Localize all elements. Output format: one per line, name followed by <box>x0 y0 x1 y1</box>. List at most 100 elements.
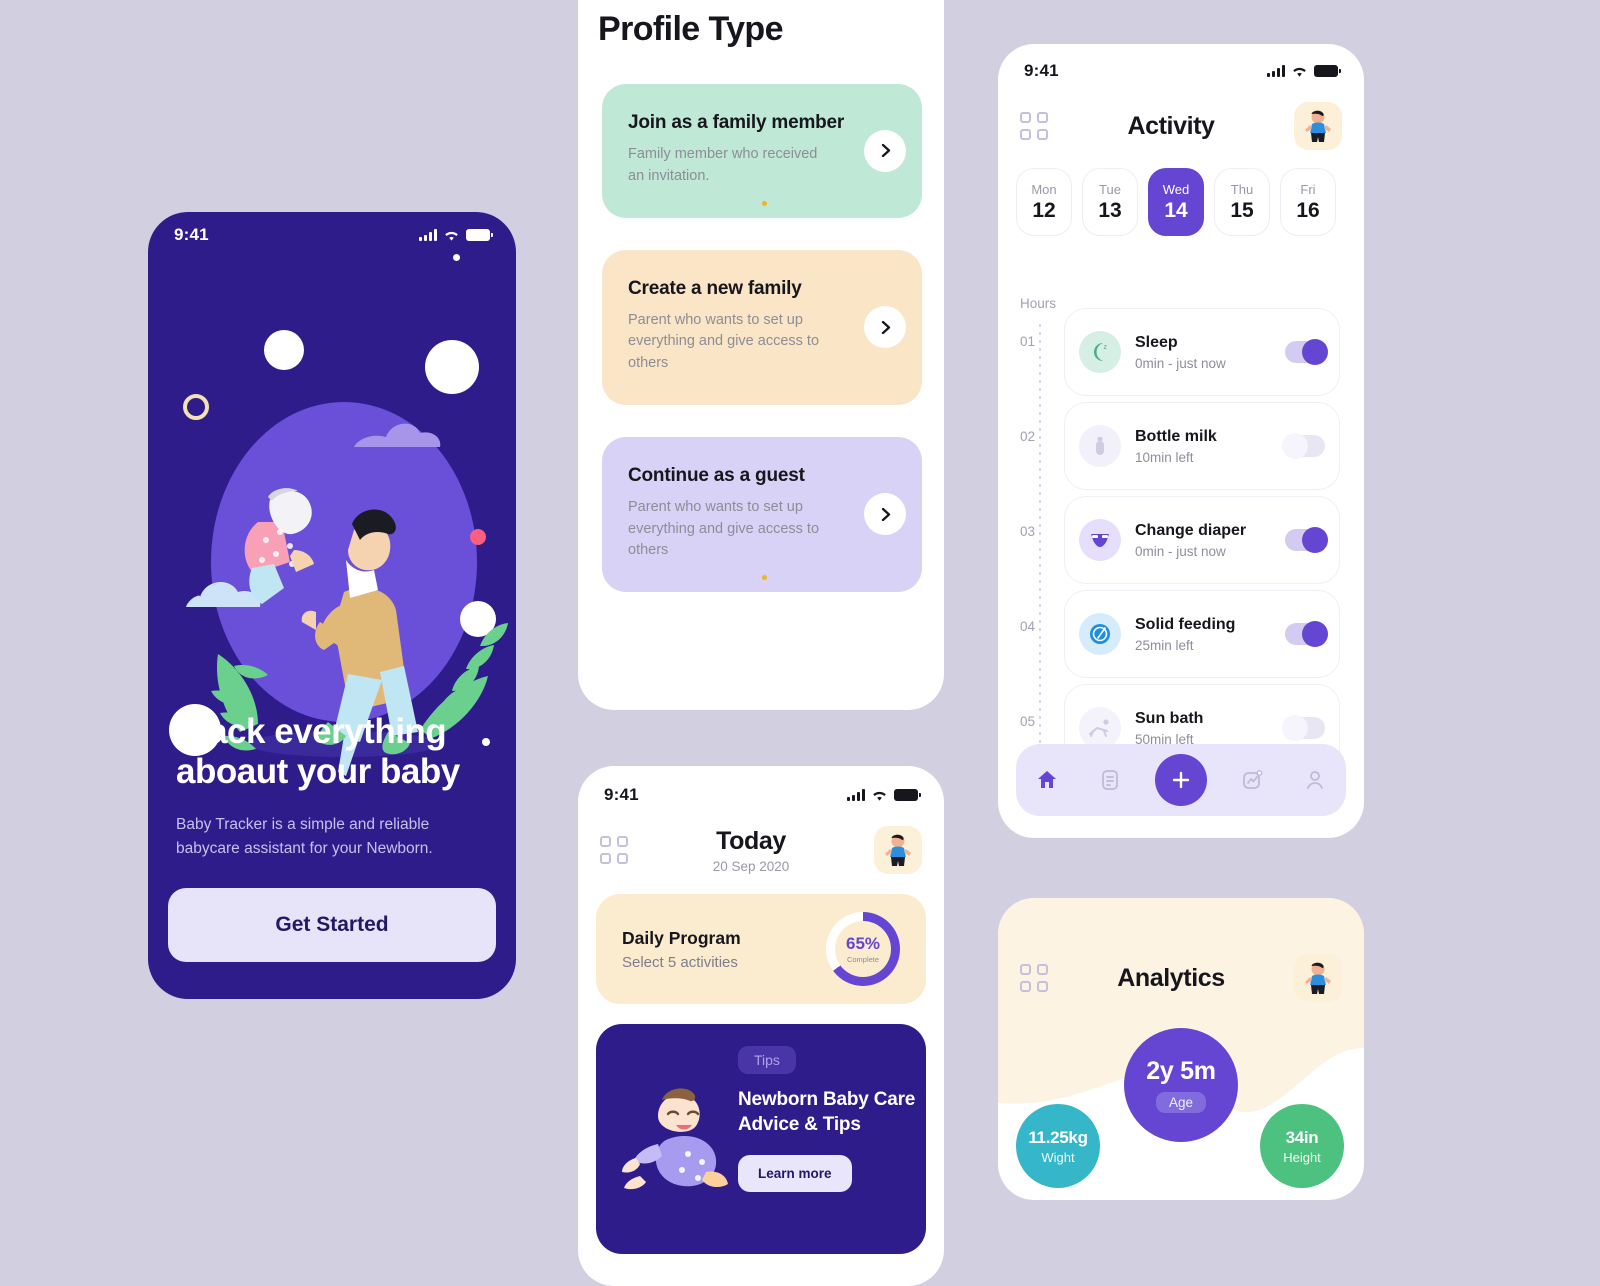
tips-heading: Newborn Baby Care Advice & Tips <box>738 1089 916 1135</box>
activity-text: Sleep 0min - just now <box>1135 334 1271 371</box>
tips-card[interactable]: Tips Newborn Baby Care Advice & Tips Lea… <box>596 1024 926 1254</box>
learn-more-button[interactable]: Learn more <box>738 1155 852 1193</box>
app-bar: Today 20 Sep 2020 <box>578 812 944 874</box>
wifi-icon <box>873 791 886 801</box>
option-arrow-button[interactable] <box>864 306 906 349</box>
analytics-screen: Analytics 2y 5m Age 11.25kg Wight 34in H… <box>998 898 1364 1200</box>
wifi-icon <box>445 231 458 241</box>
metric-bubble-weight[interactable]: 11.25kg Wight <box>1016 1104 1100 1188</box>
stats-tab[interactable] <box>1235 763 1269 797</box>
profile-tab[interactable] <box>1298 763 1332 797</box>
page-title: Today <box>716 826 786 855</box>
profile-option-family-member[interactable]: Join as a family member Family member wh… <box>602 84 922 218</box>
moon-sleep-icon: z <box>1079 331 1121 373</box>
activity-subtitle: 0min - just now <box>1135 543 1226 559</box>
baby-avatar-icon[interactable] <box>873 826 922 874</box>
activity-screen: 9:41 Activity Mon 12 Tue 13 Wed 14 Thu 1… <box>998 44 1364 838</box>
activity-text: Bottle milk 10min left <box>1135 428 1271 465</box>
day-card-wed[interactable]: Wed 14 <box>1148 168 1204 236</box>
grid-menu-icon[interactable] <box>1020 112 1048 140</box>
get-started-button[interactable]: Get Started <box>168 888 496 962</box>
profile-option-guest[interactable]: Continue as a guest Parent who wants to … <box>602 436 922 592</box>
decorative-dot <box>453 254 460 261</box>
day-date: 13 <box>1098 198 1122 222</box>
activity-text: Sun bath 50min left <box>1135 710 1271 747</box>
activity-toggle[interactable] <box>1285 339 1328 365</box>
activity-title: Sleep <box>1135 333 1178 351</box>
home-icon <box>1038 771 1057 788</box>
status-time: 9:41 <box>174 225 209 244</box>
baby-avatar-glyph <box>1305 962 1331 994</box>
crawling-baby-illustration <box>622 1088 728 1190</box>
day-card-thu[interactable]: Thu 15 <box>1214 168 1270 236</box>
daily-program-card[interactable]: Daily Program Select 5 activities 65% Co… <box>596 894 926 1004</box>
onboarding-screen: 9:41 Track everything aboaut your baby B… <box>148 212 516 999</box>
activity-item-bottle-milk[interactable]: Bottle milk 10min left <box>1064 402 1340 490</box>
activity-title: Bottle milk <box>1135 427 1217 445</box>
option-arrow-button[interactable] <box>864 129 906 172</box>
accent-dot <box>762 575 767 580</box>
activity-toggle[interactable] <box>1285 621 1328 647</box>
plus-icon <box>1172 771 1190 789</box>
option-description: Parent who wants to set up everything an… <box>628 311 820 372</box>
status-time: 9:41 <box>1024 61 1059 80</box>
add-tab[interactable] <box>1154 754 1207 806</box>
baby-bottle-icon <box>1079 425 1121 467</box>
day-date: 16 <box>1296 198 1320 222</box>
status-icons <box>1267 65 1341 78</box>
screens-canvas: 9:41 Track everything aboaut your baby B… <box>0 0 1600 1286</box>
daily-program-title: Daily Program <box>622 927 741 948</box>
option-title: Continue as a guest <box>628 464 805 486</box>
activity-item-sleep[interactable]: z Sleep 0min - just now <box>1064 308 1340 396</box>
day-date: 15 <box>1230 198 1254 222</box>
hours-rail <box>1039 324 1041 749</box>
status-bar: 9:41 <box>578 778 944 812</box>
home-tab[interactable] <box>1030 763 1064 797</box>
grid-menu-icon[interactable] <box>600 836 628 864</box>
grid-menu-icon[interactable] <box>1020 964 1048 992</box>
metric-bubble-height[interactable]: 34in Height <box>1260 1104 1344 1188</box>
activity-subtitle: 10min left <box>1135 449 1194 465</box>
day-name: Mon <box>1031 181 1057 197</box>
activity-toggle[interactable] <box>1285 527 1328 553</box>
activity-toggle[interactable] <box>1282 433 1325 459</box>
activity-item-solid-feeding[interactable]: Solid feeding 25min left <box>1064 590 1340 678</box>
svg-text:z: z <box>1104 344 1108 351</box>
progress-ring: 65% Complete <box>826 912 900 986</box>
metric-label: Wight <box>1041 1149 1075 1165</box>
status-bar: 9:41 <box>148 218 516 252</box>
signal-bars-icon <box>847 789 865 801</box>
activity-item-change-diaper[interactable]: Change diaper 0min - just now <box>1064 496 1340 584</box>
journal-tab[interactable] <box>1093 763 1127 797</box>
page-title: Activity <box>1127 111 1215 140</box>
option-description: Family member who received an invitation… <box>628 146 818 184</box>
baby-avatar-icon[interactable] <box>1293 102 1342 150</box>
baby-avatar-glyph <box>1304 110 1331 142</box>
activity-toggle[interactable] <box>1282 715 1325 741</box>
page-date: 20 Sep 2020 <box>712 858 790 874</box>
person-icon <box>1306 771 1323 789</box>
option-arrow-button[interactable] <box>864 493 906 536</box>
day-name: Wed <box>1162 181 1190 197</box>
document-icon <box>1101 770 1118 790</box>
app-bar: Activity <box>998 88 1364 150</box>
sun-lounger-icon <box>1079 707 1121 749</box>
day-name: Fri <box>1300 181 1316 197</box>
profile-option-create-family[interactable]: Create a new family Parent who wants to … <box>602 249 922 405</box>
metric-value: 2y 5m <box>1146 1057 1216 1085</box>
baby-avatar-icon[interactable] <box>1294 954 1342 1002</box>
activity-text: Change diaper 0min - just now <box>1135 522 1271 559</box>
signal-bars-icon <box>419 229 437 241</box>
metric-bubble-age[interactable]: 2y 5m Age <box>1124 1028 1238 1142</box>
activity-title: Sun bath <box>1135 709 1204 727</box>
day-card-fri[interactable]: Fri 16 <box>1280 168 1336 236</box>
day-card-tue[interactable]: Tue 13 <box>1082 168 1138 236</box>
bottom-tab-bar <box>1016 744 1346 816</box>
today-screen: 9:41 Today 20 Sep 2020 Daily Program Sel… <box>578 766 944 1286</box>
progress-percent: 65% <box>845 934 881 953</box>
metric-value: 11.25kg <box>1028 1127 1088 1147</box>
day-card-mon[interactable]: Mon 12 <box>1016 168 1072 236</box>
activity-list: z Sleep 0min - just now Bottle milk 10mi… <box>1064 308 1340 772</box>
profile-options-list: Join as a family member Family member wh… <box>602 84 922 592</box>
chart-icon <box>1243 770 1263 789</box>
